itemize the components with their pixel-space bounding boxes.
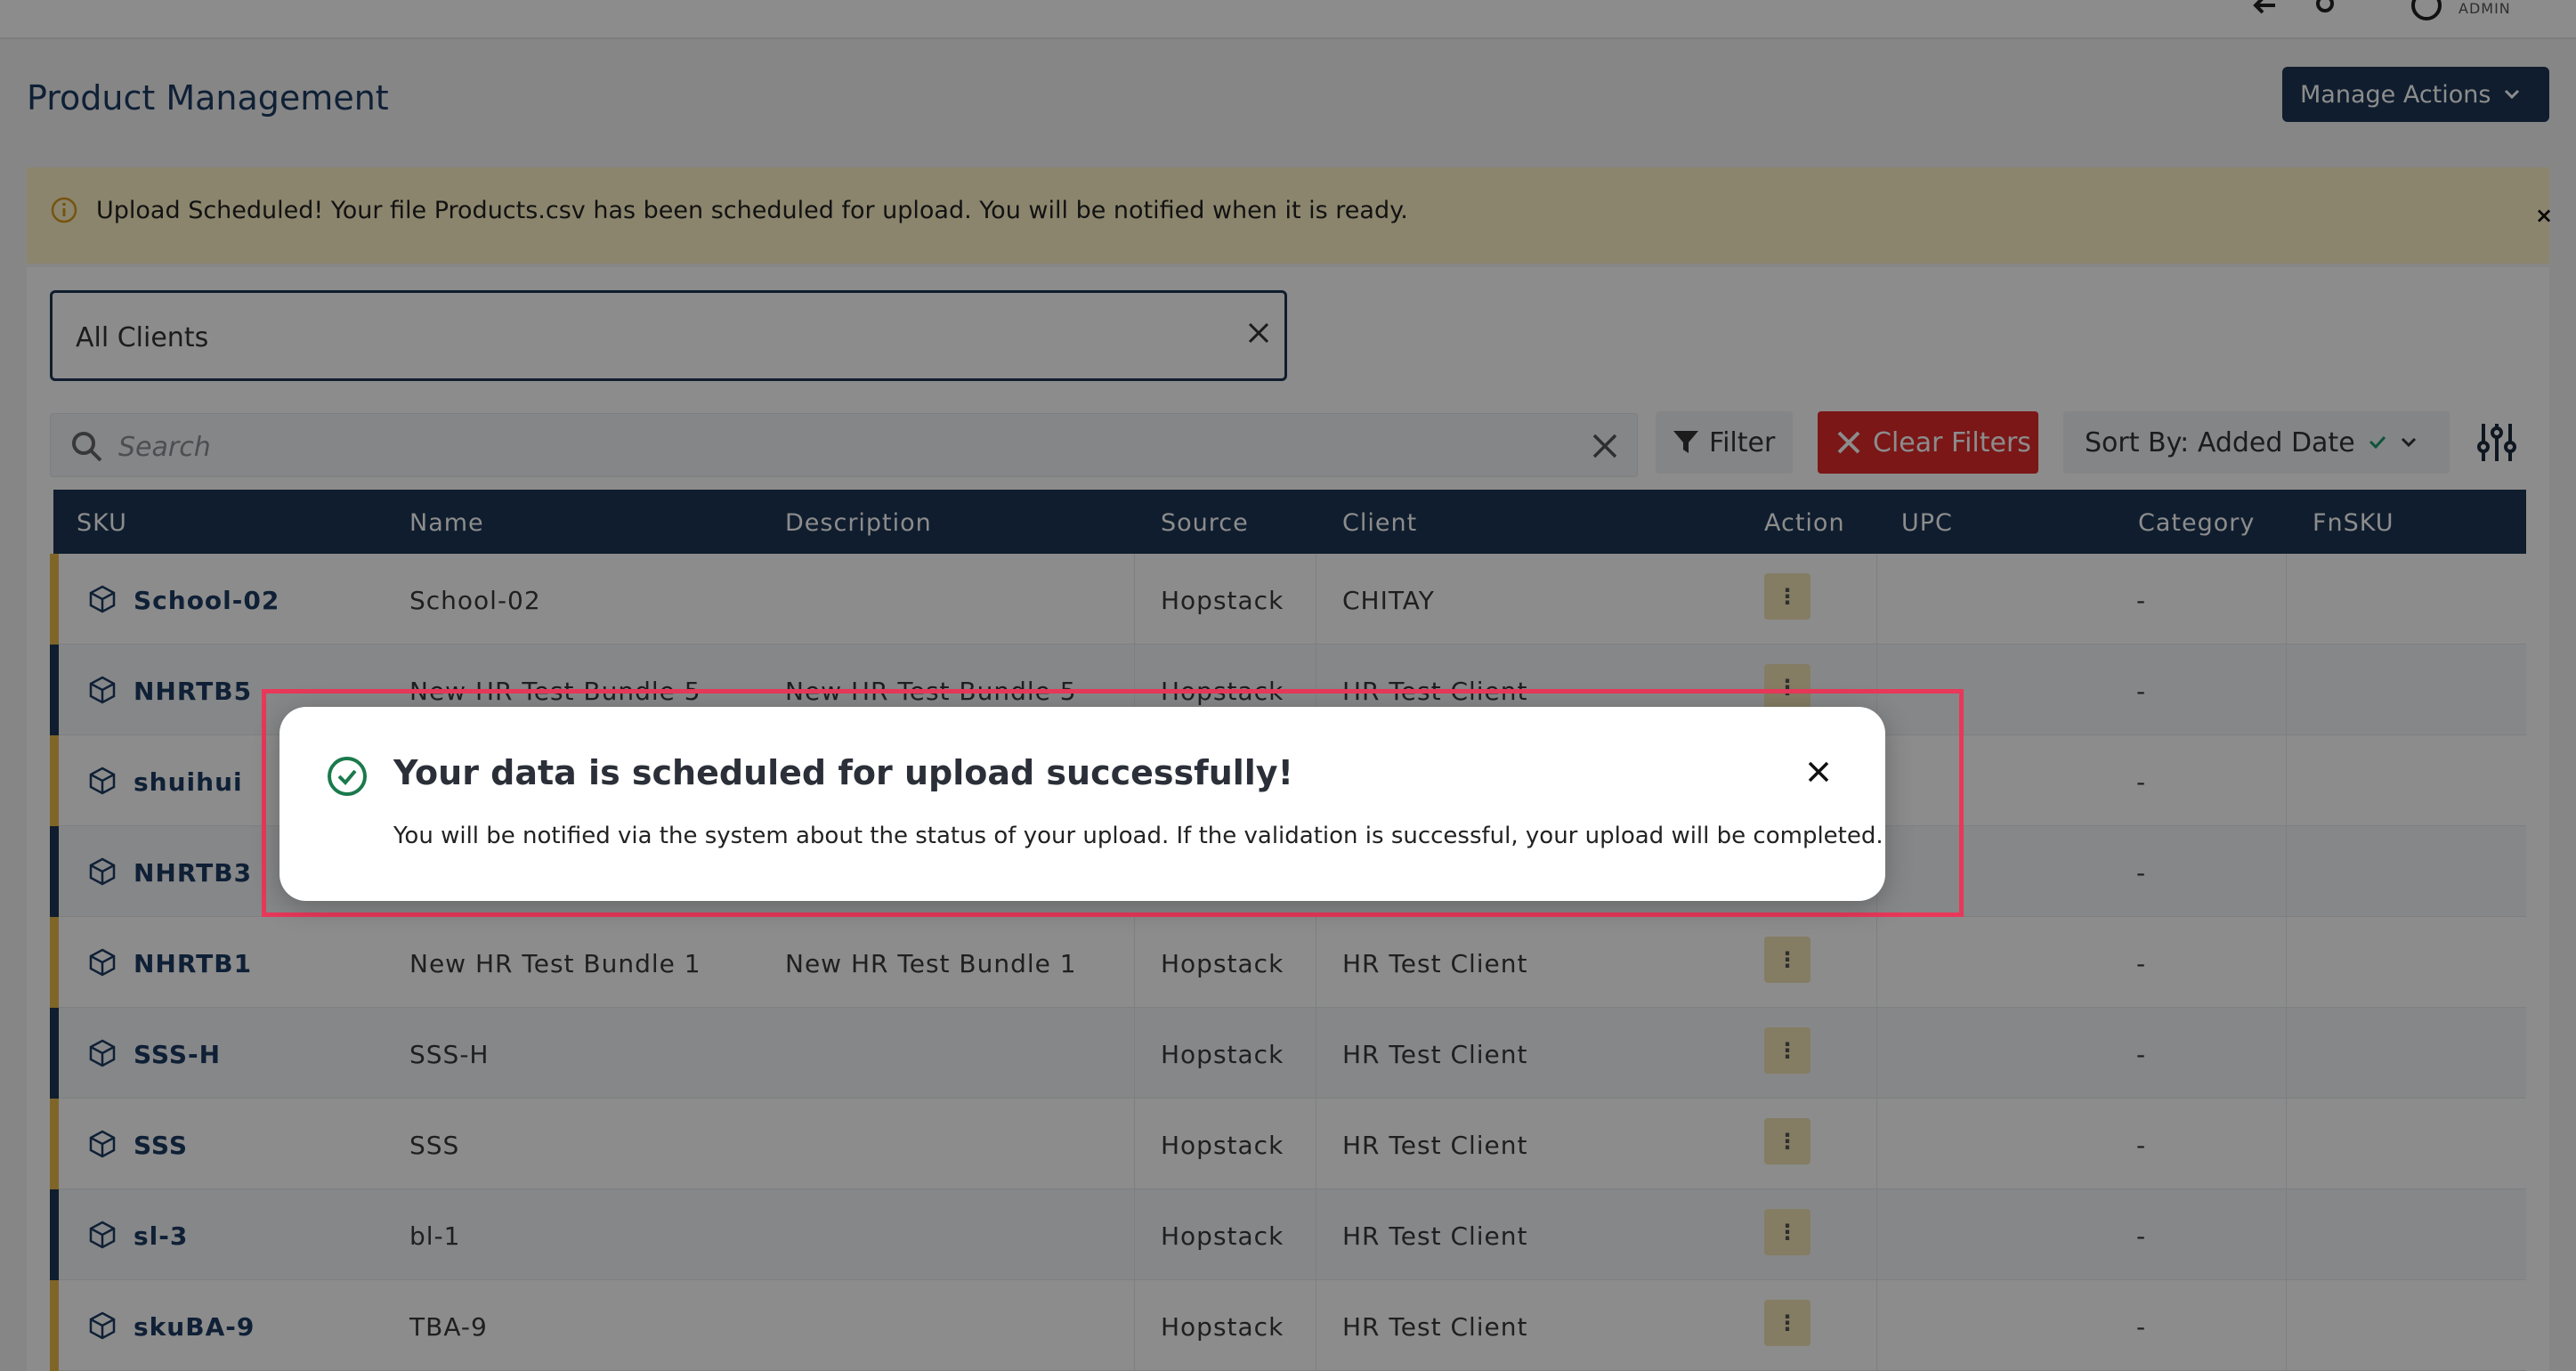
- upload-success-dialog: Your data is scheduled for upload succes…: [279, 707, 1885, 901]
- check-circle-icon: [328, 757, 367, 796]
- dialog-title: Your data is scheduled for upload succes…: [393, 753, 1293, 792]
- dialog-message: You will be notified via the system abou…: [393, 823, 1883, 849]
- close-icon[interactable]: [1803, 757, 1834, 787]
- modal-backdrop[interactable]: [0, 0, 2576, 1371]
